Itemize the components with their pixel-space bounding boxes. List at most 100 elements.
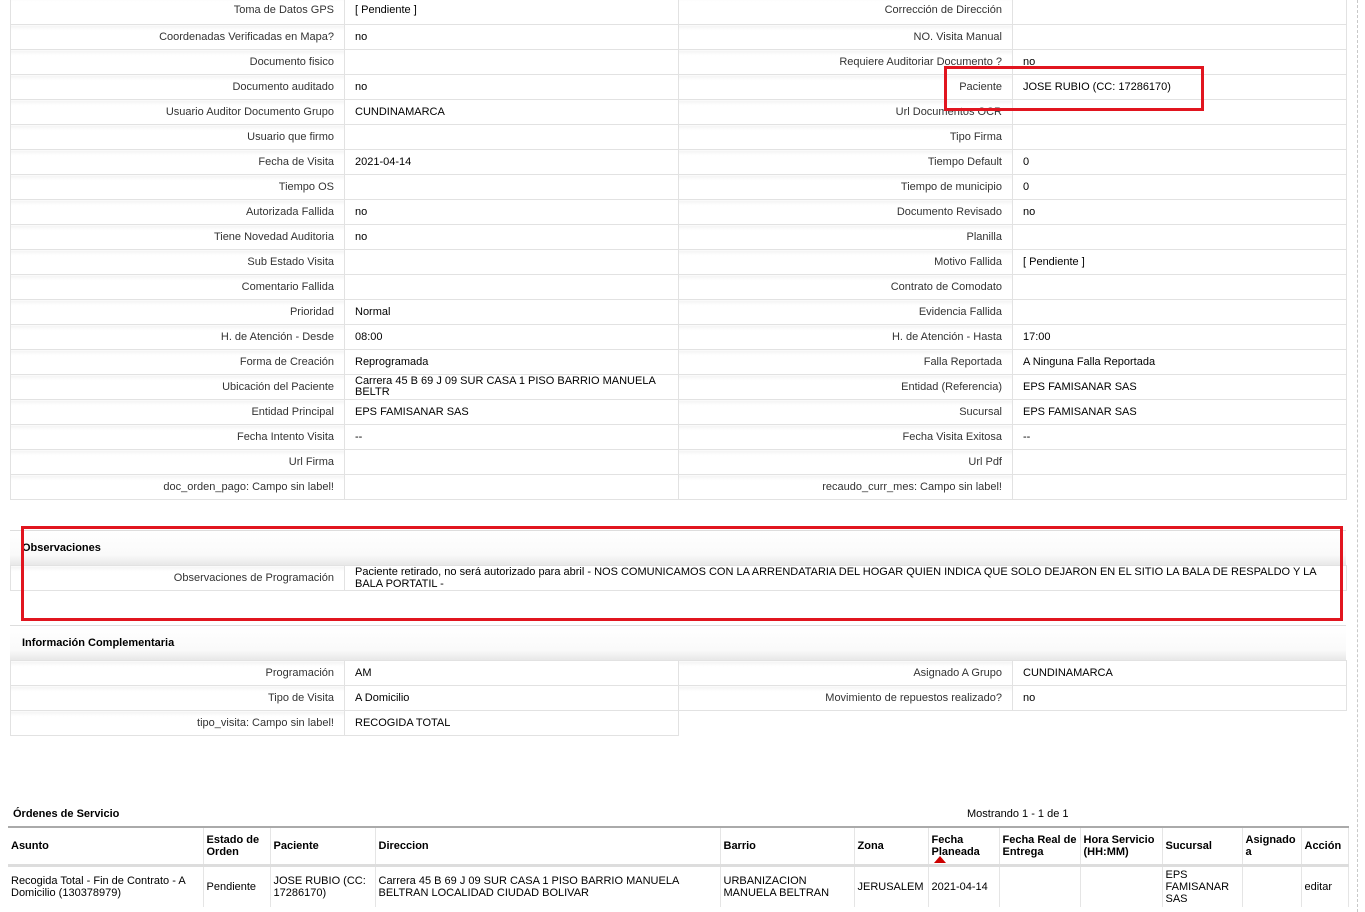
field-label: recaudo_curr_mes: Campo sin label! [678, 474, 1013, 500]
edit-link[interactable]: editar [1305, 881, 1333, 893]
field-label: Tipo de Visita [10, 685, 345, 711]
column-header[interactable]: Barrio [720, 826, 855, 867]
complementaria-row: Tipo de Visita A Domicilio Movimiento de r… [10, 685, 1347, 711]
complementaria-row: tipo_visita: Campo sin label! RECOGIDA TO… [10, 710, 1347, 736]
field-label: Fecha Intento Visita [10, 424, 345, 450]
field-label: Url Firma [10, 449, 345, 475]
table-cell: editar [1301, 865, 1349, 907]
table-cell: Pendiente [203, 865, 271, 907]
table-cell [1080, 865, 1163, 907]
detail-row: Coordenadas Verificadas en Mapa? no NO. Vi… [10, 24, 1347, 50]
empty-cell [679, 711, 1347, 736]
detail-row: Fecha de Visita 2021-04-14 Tiempo Default 0 [10, 149, 1347, 175]
field-value: no [1012, 685, 1347, 711]
field-label: Tiempo Default [678, 149, 1013, 175]
field-value: no [1012, 199, 1347, 225]
field-value [344, 174, 679, 200]
column-header[interactable]: Sucursal [1162, 826, 1243, 867]
detail-row: doc_orden_pago: Campo sin label! recaudo_… [10, 474, 1347, 500]
table-cell [999, 865, 1081, 907]
field-label: Sucursal [678, 399, 1013, 425]
field-label: Tipo Firma [678, 124, 1013, 150]
detail-row: Url Firma Url Pdf [10, 449, 1347, 475]
field-label: doc_orden_pago: Campo sin label! [10, 474, 345, 500]
field-value: EPS FAMISANAR SAS [1012, 399, 1347, 425]
detail-row: Toma de Datos GPS[ Pendiente ] Corrección… [10, 0, 1347, 25]
field-value: EPS FAMISANAR SAS [344, 399, 679, 425]
field-value: Reprogramada [344, 349, 679, 375]
column-header[interactable]: Estado de Orden [203, 826, 271, 867]
orders-table: Asunto Estado de Orden Paciente Direccion Ba… [8, 826, 1349, 907]
detail-row: Comentario Fallida Contrato de Comodato [10, 274, 1347, 300]
field-label: Tiene Novedad Auditoria [10, 224, 345, 250]
field-value [344, 474, 679, 500]
field-value [1012, 449, 1347, 475]
column-header[interactable]: Direccion [375, 826, 721, 867]
field-label: Fecha de Visita [10, 149, 345, 175]
field-value [1012, 124, 1347, 150]
field-value: 0 [1012, 174, 1347, 200]
field-value [344, 249, 679, 275]
field-label: Url Documentos OCR [678, 99, 1013, 125]
field-label: Planilla [678, 224, 1013, 250]
field-value: Carrera 45 B 69 J 09 SUR CASA 1 PISO BAR… [344, 374, 679, 400]
complementaria-header: Información Complementaria [10, 625, 1346, 660]
column-header[interactable]: Asignado a [1242, 826, 1302, 867]
detail-row: Forma de Creación Reprogramada Falla Repor… [10, 349, 1347, 375]
field-label: Usuario Auditor Documento Grupo [10, 99, 345, 125]
table-cell: EPS FAMISANAR SAS [1162, 865, 1243, 907]
detail-row: Tiene Novedad Auditoria no Planilla [10, 224, 1347, 250]
field-label: NO. Visita Manual [678, 24, 1013, 50]
field-value: Normal [344, 299, 679, 325]
observaciones-table: Observaciones de Programación Paciente r… [10, 565, 1347, 591]
field-label: H. de Atención - Desde [10, 324, 345, 350]
column-header[interactable]: Asunto [8, 826, 204, 867]
field-value: [ Pendiente ] [1012, 249, 1347, 275]
field-label: tipo_visita: Campo sin label! [10, 710, 345, 736]
field-value: EPS FAMISANAR SAS [1012, 374, 1347, 400]
field-value: no [1012, 49, 1347, 75]
table-row[interactable]: Recogida Total - Fin de Contrato - A Dom… [8, 865, 1349, 907]
field-value: CUNDINAMARCA [344, 99, 679, 125]
detail-row: H. de Atención - Desde 08:00 H. de Atenció… [10, 324, 1347, 350]
column-header[interactable]: Fecha Real de Entrega [999, 826, 1081, 867]
field-value: no [344, 74, 679, 100]
field-value: A Domicilio [344, 685, 679, 711]
field-label: Entidad (Referencia) [678, 374, 1013, 400]
field-label: Entidad Principal [10, 399, 345, 425]
field-label: Movimiento de repuestos realizado? [678, 685, 1013, 711]
field-value [1012, 0, 1347, 25]
detail-row: Fecha Intento Visita -- Fecha Visita Exito… [10, 424, 1347, 450]
column-header[interactable]: Zona [854, 826, 929, 867]
field-label: Paciente [678, 74, 1013, 100]
field-label: Documento Revisado [678, 199, 1013, 225]
field-value: CUNDINAMARCA [1012, 660, 1347, 686]
field-value: 08:00 [344, 324, 679, 350]
detail-row: Tiempo OS Tiempo de municipio 0 [10, 174, 1347, 200]
column-header[interactable]: Hora Servicio (HH:MM) [1080, 826, 1163, 867]
detail-row: Autorizada Fallida no Documento Revisado no [10, 199, 1347, 225]
field-value [1012, 274, 1347, 300]
column-header[interactable]: Paciente [270, 826, 376, 867]
field-value: -- [1012, 424, 1347, 450]
table-cell: 2021-04-14 [928, 865, 1000, 907]
field-label: Autorizada Fallida [10, 199, 345, 225]
field-value [344, 124, 679, 150]
field-label: Contrato de Comodato [678, 274, 1013, 300]
field-label: Coordenadas Verificadas en Mapa? [10, 24, 345, 50]
column-header[interactable]: Acción [1301, 826, 1349, 867]
sort-ascending-icon[interactable] [934, 856, 946, 863]
field-value [1012, 99, 1347, 125]
detail-row: Prioridad Normal Evidencia Fallida [10, 299, 1347, 325]
field-value [344, 274, 679, 300]
field-label: H. de Atención - Hasta [678, 324, 1013, 350]
field-value: 0 [1012, 149, 1347, 175]
field-value [1012, 224, 1347, 250]
field-label: Prioridad [10, 299, 345, 325]
field-label: Requiere Auditoriar Documento ? [678, 49, 1013, 75]
field-value: 2021-04-14 [344, 149, 679, 175]
field-label: Usuario que firmo [10, 124, 345, 150]
field-label: Programación [10, 660, 345, 686]
field-label: Ubicación del Paciente [10, 374, 345, 400]
field-label: Tiempo OS [10, 174, 345, 200]
